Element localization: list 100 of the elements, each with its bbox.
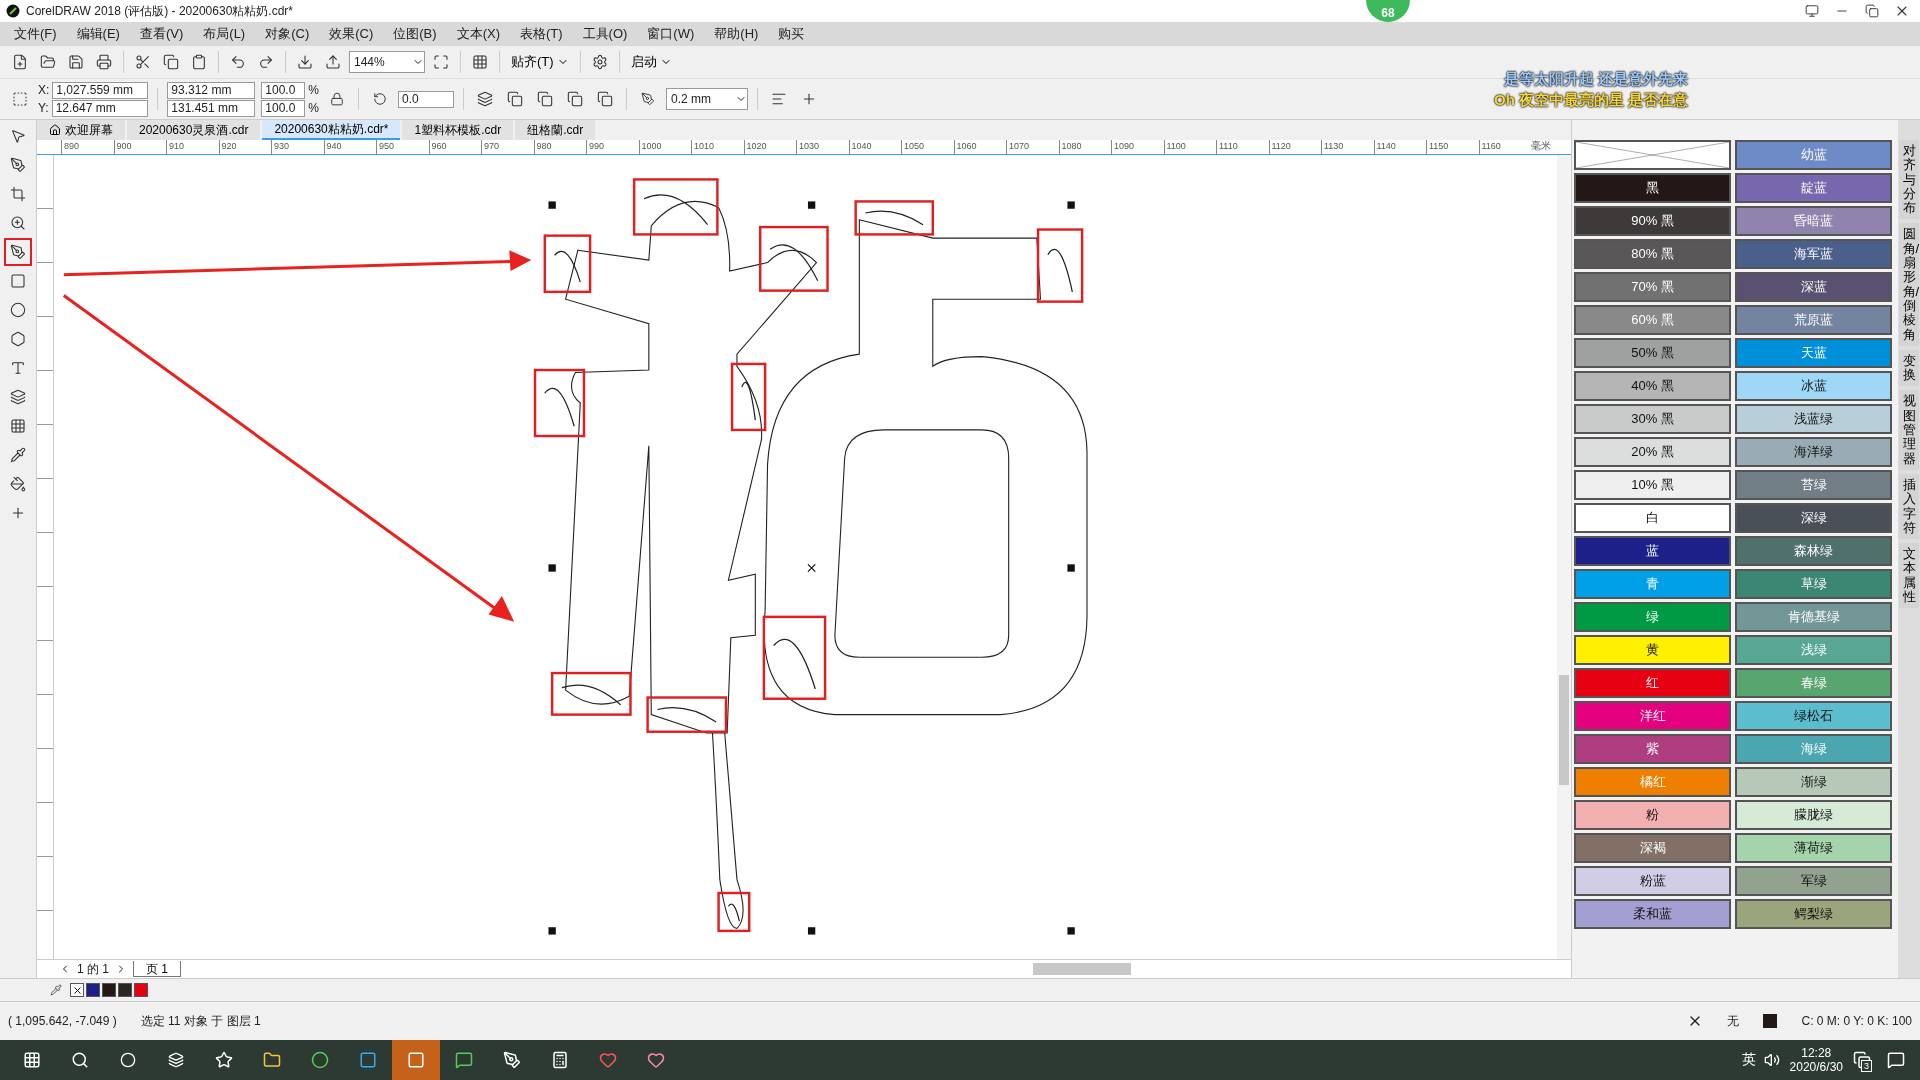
color-swatch[interactable]: 森林绿 — [1735, 536, 1892, 566]
volume-icon[interactable] — [1763, 1052, 1780, 1068]
color-swatch[interactable]: 蓝 — [1574, 536, 1731, 566]
percent-label: % — [308, 101, 319, 115]
color-swatch[interactable]: 20% 黑 — [1574, 437, 1731, 467]
menu-item[interactable]: 文件(F) — [4, 25, 67, 43]
docker-tab[interactable]: 插入字符 — [1899, 473, 1919, 540]
y-position-field[interactable]: 12.647 mm — [51, 99, 148, 117]
menu-item[interactable]: 位图(B) — [383, 25, 447, 43]
menu-item[interactable]: 窗口(W) — [637, 25, 705, 43]
color-swatch[interactable]: 洋红 — [1574, 701, 1731, 731]
rotation-field[interactable]: 0.0 — [398, 90, 454, 108]
snap-menu-button[interactable]: 贴齐(T) — [507, 53, 573, 71]
color-chip[interactable] — [118, 983, 132, 997]
color-swatch[interactable]: 薄荷绿 — [1735, 833, 1892, 863]
taskbar-clock[interactable]: 12:28 2020/6/30 — [1789, 1046, 1843, 1074]
menu-item[interactable]: 布局(L) — [193, 25, 256, 43]
color-swatch[interactable]: 深蓝 — [1735, 272, 1892, 302]
x-position-field[interactable]: 1,027.559 mm — [52, 81, 149, 99]
input-method-indicator[interactable]: 英 — [1741, 1051, 1756, 1069]
color-swatch[interactable]: 10% 黑 — [1574, 470, 1731, 500]
document-tab[interactable]: 欢迎屏幕 — [37, 120, 125, 140]
color-swatch[interactable]: 天蓝 — [1735, 338, 1892, 368]
docker-tab[interactable]: 变换 — [1899, 349, 1919, 387]
document-tab[interactable]: 纽格蘭.cdr — [515, 120, 596, 140]
menu-item[interactable]: 工具(O) — [572, 25, 638, 43]
color-swatch[interactable]: 海军蓝 — [1735, 239, 1892, 269]
outline-width-field[interactable]: 0.2 mm — [666, 88, 748, 110]
menu-item[interactable]: 购买 — [768, 25, 815, 43]
color-swatch[interactable]: 朦胧绿 — [1735, 800, 1892, 830]
color-swatch[interactable]: 60% 黑 — [1574, 305, 1731, 335]
menu-item[interactable]: 查看(V) — [129, 25, 194, 43]
menu-item[interactable]: 对象(C) — [255, 25, 320, 43]
color-swatch[interactable]: 白 — [1574, 503, 1731, 533]
color-swatch[interactable]: 粉 — [1574, 800, 1731, 830]
outline-color-swatch — [1763, 1014, 1778, 1028]
color-swatch[interactable]: 鳄梨绿 — [1735, 899, 1892, 929]
color-swatch[interactable]: 草绿 — [1735, 569, 1892, 599]
color-swatch[interactable]: 靛蓝 — [1735, 173, 1892, 203]
y-label: Y: — [38, 101, 49, 115]
lyrics-line: 是等太阳升起 还是意外先来 — [1504, 70, 1689, 89]
no-color-swatch[interactable] — [1574, 140, 1731, 170]
color-swatch[interactable]: 海洋绿 — [1735, 437, 1892, 467]
color-swatch[interactable]: 粉蓝 — [1574, 866, 1731, 896]
lyrics-line: Oh 夜空中最亮的星 是否在意 — [1494, 91, 1689, 110]
menu-item[interactable]: 帮助(H) — [704, 25, 769, 43]
notification-count: 3 — [1861, 1060, 1872, 1072]
color-swatch[interactable]: 黑 — [1574, 173, 1731, 203]
docker-tab[interactable]: 对齐与分布 — [1899, 140, 1919, 220]
page-tab[interactable]: 页 1 — [133, 961, 182, 977]
menu-item[interactable]: 编辑(E) — [66, 25, 130, 43]
scale-y-field[interactable]: 100.0 — [261, 99, 306, 117]
width-field[interactable]: 93.312 mm — [167, 81, 256, 99]
percent-label: % — [308, 83, 319, 97]
color-chip[interactable] — [134, 983, 148, 997]
color-swatch[interactable]: 红 — [1574, 668, 1731, 698]
color-swatch[interactable]: 50% 黑 — [1574, 338, 1731, 368]
color-swatch[interactable]: 黄 — [1574, 635, 1731, 665]
home-icon[interactable] — [49, 124, 61, 136]
notification-stack-icon[interactable] — [1853, 1051, 1871, 1069]
color-swatch[interactable]: 柔和蓝 — [1574, 899, 1731, 929]
zoom-level-field[interactable]: 144% — [349, 51, 425, 73]
color-chip[interactable] — [86, 983, 100, 997]
docker-tab[interactable]: 圆角/扇形角/倒棱角 — [1899, 223, 1919, 346]
cursor-coordinates: ( 1,095.642, -7.049 ) — [8, 1014, 117, 1028]
color-swatch[interactable]: 渐绿 — [1735, 767, 1892, 797]
color-swatch[interactable]: 紫 — [1574, 734, 1731, 764]
app-logo-icon — [6, 4, 20, 18]
color-swatch[interactable]: 军绿 — [1735, 866, 1892, 896]
color-swatch[interactable]: 70% 黑 — [1574, 272, 1731, 302]
height-field[interactable]: 131.451 mm — [167, 99, 256, 117]
document-tab[interactable]: 20200630灵泉酒.cdr — [127, 120, 261, 140]
pen-tool-icon[interactable] — [6, 240, 30, 264]
color-swatch[interactable]: 冰蓝 — [1735, 371, 1892, 401]
color-swatch[interactable]: 绿松石 — [1735, 701, 1892, 731]
color-swatch[interactable]: 荒原蓝 — [1735, 305, 1892, 335]
color-swatch[interactable]: 苔绿 — [1735, 470, 1892, 500]
color-swatch[interactable]: 浅蓝绿 — [1735, 404, 1892, 434]
cross-icon — [71, 984, 83, 996]
menu-item[interactable]: 效果(C) — [319, 25, 384, 43]
color-swatch[interactable]: 深绿 — [1735, 503, 1892, 533]
color-swatch[interactable]: 30% 黑 — [1574, 404, 1731, 434]
color-swatch[interactable]: 90% 黑 — [1574, 206, 1731, 236]
color-swatch[interactable]: 深褐 — [1574, 833, 1731, 863]
x-label: X: — [38, 83, 50, 97]
score-badge: 68 — [1366, 0, 1410, 22]
no-color-chip[interactable] — [70, 983, 84, 997]
menu-item[interactable]: 文本(X) — [446, 25, 510, 43]
launch-menu-button[interactable]: 启动 — [626, 53, 676, 71]
docker-tab[interactable]: 文本属性 — [1899, 543, 1919, 609]
color-swatch[interactable]: 40% 黑 — [1574, 371, 1731, 401]
scale-x-field[interactable]: 100.0 — [261, 81, 306, 99]
document-tab[interactable]: 20200630粘粘奶.cdr* — [262, 120, 401, 140]
fill-status: 无 — [1727, 1012, 1740, 1030]
color-swatch[interactable]: 80% 黑 — [1574, 239, 1731, 269]
docker-tab[interactable]: 视图管理器 — [1899, 390, 1919, 470]
color-swatch[interactable]: 绿 — [1574, 602, 1731, 632]
menu-item[interactable]: 表格(T) — [509, 25, 573, 43]
color-chip[interactable] — [102, 983, 116, 997]
document-tab[interactable]: 1塑料杯模板.cdr — [402, 120, 514, 140]
